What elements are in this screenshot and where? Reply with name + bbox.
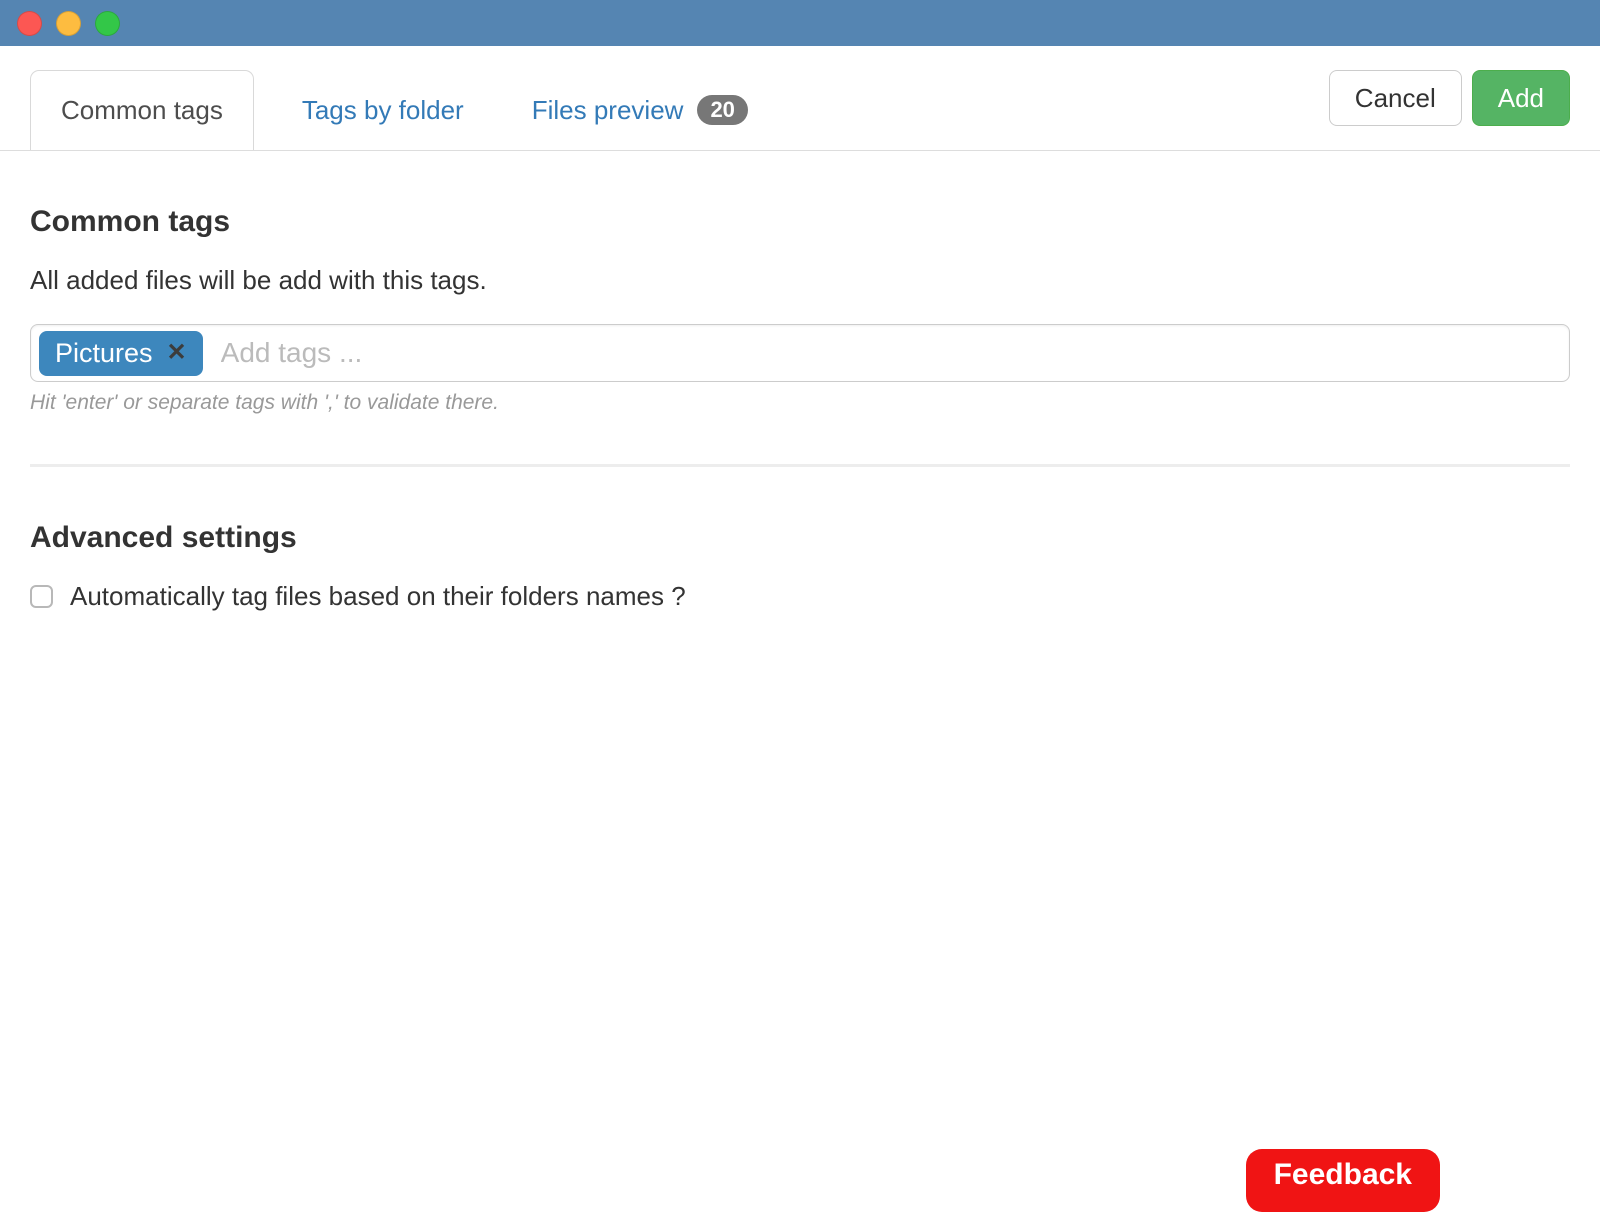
action-buttons: Cancel Add bbox=[1329, 70, 1570, 126]
advanced-settings-heading: Advanced settings bbox=[30, 521, 1570, 555]
zoom-window-icon[interactable] bbox=[95, 11, 120, 36]
common-tags-heading: Common tags bbox=[30, 205, 1570, 239]
window-titlebar bbox=[0, 0, 1600, 46]
tab-common-tags[interactable]: Common tags bbox=[30, 70, 254, 150]
tags-input-hint: Hit 'enter' or separate tags with ',' to… bbox=[30, 391, 1570, 415]
minimize-window-icon[interactable] bbox=[56, 11, 81, 36]
add-button[interactable]: Add bbox=[1472, 70, 1570, 126]
tag-remove-icon[interactable]: ✕ bbox=[167, 341, 187, 365]
files-count-badge: 20 bbox=[697, 95, 747, 125]
tab-files-preview[interactable]: Files preview 20 bbox=[516, 95, 764, 126]
tab-files-preview-label: Files preview bbox=[532, 95, 684, 126]
main-content: Common tags All added files will be add … bbox=[0, 205, 1600, 612]
auto-tag-checkbox[interactable] bbox=[30, 585, 53, 608]
tab-tags-by-folder[interactable]: Tags by folder bbox=[286, 95, 480, 126]
close-window-icon[interactable] bbox=[17, 11, 42, 36]
auto-tag-checkbox-row: Automatically tag files based on their f… bbox=[30, 581, 1570, 612]
tab-bar: Common tags Tags by folder Files preview… bbox=[30, 70, 764, 150]
common-tags-description: All added files will be add with this ta… bbox=[30, 265, 1570, 296]
add-tags-input[interactable] bbox=[203, 337, 1561, 369]
header-row: Common tags Tags by folder Files preview… bbox=[0, 70, 1600, 151]
tab-tags-by-folder-label: Tags by folder bbox=[302, 95, 464, 126]
tag-pill-pictures: Pictures ✕ bbox=[39, 331, 203, 376]
tag-label: Pictures bbox=[55, 338, 153, 369]
tab-common-tags-label: Common tags bbox=[61, 95, 223, 126]
cancel-button[interactable]: Cancel bbox=[1329, 70, 1462, 126]
tags-input-container[interactable]: Pictures ✕ bbox=[30, 324, 1570, 382]
feedback-button[interactable]: Feedback bbox=[1246, 1149, 1440, 1212]
auto-tag-checkbox-label[interactable]: Automatically tag files based on their f… bbox=[70, 581, 686, 612]
section-divider bbox=[30, 464, 1570, 467]
